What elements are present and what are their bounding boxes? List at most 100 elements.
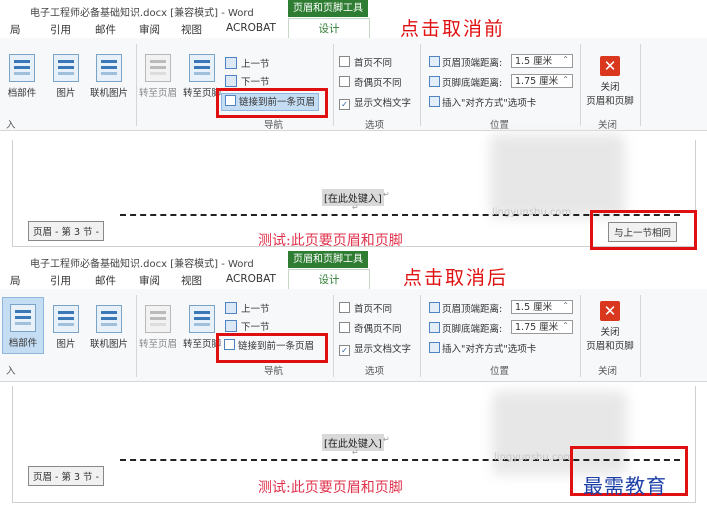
group-label-options: 选项 — [365, 120, 385, 131]
group-label-close: 关闭 — [598, 120, 618, 131]
document-title: 电子工程师必备基础知识.docx [兼容模式] - Word — [30, 8, 254, 19]
context-tab-header-footer-tools[interactable]: 页眉和页脚工具 — [288, 0, 368, 17]
previous-section-button[interactable]: 上一节 — [225, 56, 270, 70]
ribbon-tabs: 局 引用 邮件 审阅 视图 ACROBAT 设计 — [0, 18, 707, 39]
check-icon: ✓ — [339, 99, 350, 110]
tab-design[interactable]: 设计 — [288, 18, 370, 39]
goto-header-icon — [145, 54, 171, 82]
first-page-different-checkbox[interactable]: 首页不同 — [339, 301, 392, 315]
tab-review[interactable]: 审阅 — [139, 273, 160, 288]
tab-view[interactable]: 视图 — [181, 273, 202, 288]
brand-logo-text: 最需教育 — [583, 474, 667, 498]
group-label-navigation: 导航 — [264, 366, 284, 377]
context-tab-header-footer-tools[interactable]: 页眉和页脚工具 — [288, 251, 368, 268]
header-position-icon — [429, 302, 440, 313]
show-document-text-checkbox[interactable]: ✓ 显示文档文字 — [339, 95, 411, 110]
footer-position-icon — [429, 322, 440, 333]
online-picture-icon — [96, 54, 122, 82]
annotation-before: 点击取消前 — [400, 18, 506, 40]
ribbon-tabs: 局 引用 邮件 审阅 视图 ACROBAT 设计 — [0, 269, 707, 290]
title-bar: 电子工程师必备基础知识.docx [兼容模式] - Word 页眉和页脚工具 — [0, 0, 707, 19]
close-icon: ✕ — [600, 56, 620, 76]
online-picture-button[interactable]: 联机图片 — [86, 54, 132, 99]
tab-mailings[interactable]: 邮件 — [95, 273, 116, 288]
header-top-distance-label: 页眉顶端距离: — [429, 301, 502, 315]
picture-button[interactable]: 图片 — [46, 54, 86, 99]
highlight-box — [216, 88, 328, 118]
online-picture-button[interactable]: 联机图片 — [86, 305, 132, 350]
group-label-position: 位置 — [490, 366, 510, 377]
tab-references[interactable]: 引用 — [50, 22, 71, 37]
goto-footer-icon — [189, 54, 215, 82]
footer-position-icon — [429, 76, 440, 87]
footer-bottom-distance-input[interactable]: 1.75 厘米 — [511, 73, 573, 88]
doc-parts-button[interactable]: 档部件 — [2, 54, 42, 99]
divider — [333, 295, 334, 377]
tab-references[interactable]: 引用 — [50, 273, 71, 288]
tab-acrobat[interactable]: ACROBAT — [226, 273, 276, 285]
tab-mailings[interactable]: 邮件 — [95, 22, 116, 37]
header-top-distance-input[interactable]: 1.5 厘米 — [511, 299, 573, 314]
divider — [420, 44, 421, 126]
odd-even-different-checkbox[interactable]: 奇偶页不同 — [339, 75, 402, 89]
close-icon: ✕ — [600, 301, 620, 321]
panel-before: 电子工程师必备基础知识.docx [兼容模式] - Word 页眉和页脚工具 局… — [0, 0, 707, 250]
doc-parts-button[interactable]: 档部件 — [2, 297, 44, 354]
highlight-box — [216, 333, 328, 363]
tab-review[interactable]: 审阅 — [139, 22, 160, 37]
divider — [333, 44, 334, 126]
next-section-button[interactable]: 下一节 — [225, 319, 270, 333]
ribbon: 档部件 图片 联机图片 转至页眉 转至页脚 上一节 下一节 链接到前一条页眉 首… — [0, 289, 707, 382]
tab-layout[interactable]: 局 — [10, 22, 21, 37]
previous-section-button[interactable]: 上一节 — [225, 301, 270, 315]
annotation-after: 点击取消后 — [403, 267, 509, 289]
odd-even-different-checkbox[interactable]: 奇偶页不同 — [339, 321, 402, 335]
picture-button[interactable]: 图片 — [46, 305, 86, 350]
doc-parts-icon — [9, 54, 35, 82]
previous-section-icon — [225, 302, 237, 314]
ribbon: 档部件 图片 联机图片 转至页眉 转至页脚 上一节 下一节 链接到前一条页眉 首… — [0, 38, 707, 131]
tab-acrobat[interactable]: ACROBAT — [226, 22, 276, 34]
insert-alignment-tab-button[interactable]: 插入"对齐方式"选项卡 — [429, 341, 536, 355]
insert-alignment-tab-button[interactable]: 插入"对齐方式"选项卡 — [429, 95, 536, 109]
close-header-footer-button[interactable]: ✕ 关闭 页眉和页脚 — [585, 56, 635, 107]
group-label-navigation: 导航 — [264, 120, 284, 131]
first-page-different-checkbox[interactable]: 首页不同 — [339, 55, 392, 69]
alignment-tab-icon — [429, 96, 440, 107]
group-label-close: 关闭 — [598, 366, 618, 377]
footer-bottom-distance-input[interactable]: 1.75 厘米 — [511, 319, 573, 334]
header-top-distance-label: 页眉顶端距离: — [429, 55, 502, 69]
close-header-footer-button[interactable]: ✕ 关闭 页眉和页脚 — [585, 301, 635, 352]
doc-parts-icon — [10, 304, 36, 332]
footer-bottom-distance-label: 页脚底端距离: — [429, 75, 502, 89]
watermark: lingyunshu.com — [492, 207, 572, 218]
header-top-distance-input[interactable]: 1.5 厘米 — [511, 53, 573, 68]
highlight-box — [590, 210, 697, 250]
paragraph-mark: ↵ — [383, 435, 390, 444]
group-label-position: 位置 — [490, 120, 510, 131]
header-section-tag: 页眉 - 第 3 节 - — [28, 221, 104, 241]
tab-design[interactable]: 设计 — [288, 269, 370, 290]
divider — [420, 295, 421, 377]
next-section-button[interactable]: 下一节 — [225, 74, 270, 88]
header-position-icon — [429, 56, 440, 67]
goto-header-button[interactable]: 转至页眉 — [136, 305, 180, 350]
next-section-icon — [225, 320, 237, 332]
document-title: 电子工程师必备基础知识.docx [兼容模式] - Word — [30, 259, 254, 270]
divider — [580, 44, 581, 126]
watermark: lingyunshu.com — [494, 452, 574, 463]
alignment-tab-icon — [429, 342, 440, 353]
goto-header-button[interactable]: 转至页眉 — [136, 54, 180, 99]
show-document-text-checkbox[interactable]: ✓ 显示文档文字 — [339, 341, 411, 356]
group-label-insert: 入 — [6, 120, 16, 131]
blurred-area — [490, 134, 625, 218]
divider — [640, 44, 641, 126]
picture-icon — [53, 54, 79, 82]
tab-view[interactable]: 视图 — [181, 22, 202, 37]
goto-footer-icon — [189, 305, 215, 333]
header-section-tag: 页眉 - 第 3 节 - — [28, 466, 104, 486]
paragraph-mark: ↵ — [352, 203, 359, 212]
next-section-icon — [225, 75, 237, 87]
tab-layout[interactable]: 局 — [10, 273, 21, 288]
picture-icon — [53, 305, 79, 333]
